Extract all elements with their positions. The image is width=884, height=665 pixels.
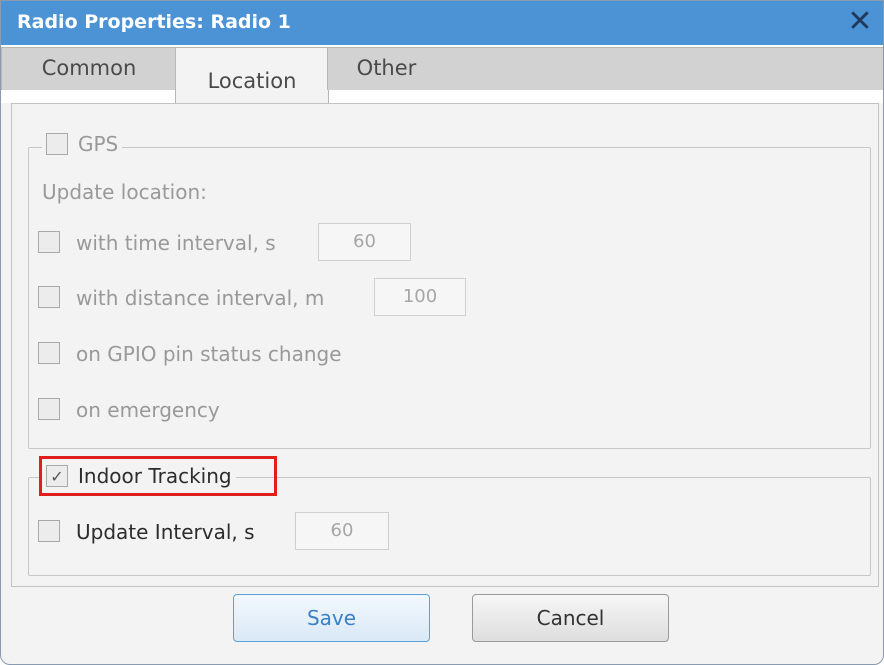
update-interval-checkbox[interactable]	[38, 520, 60, 542]
window-title: Radio Properties: Radio 1	[17, 11, 291, 33]
time-interval-input[interactable]: 60	[318, 223, 411, 261]
title-bar: Radio Properties: Radio 1 ✕	[1, 1, 883, 45]
indoor-tracking-highlight	[39, 456, 277, 496]
emergency-checkbox[interactable]	[38, 398, 60, 420]
distance-interval-input[interactable]: 100	[374, 278, 466, 316]
save-button[interactable]: Save	[233, 594, 430, 642]
tab-strip-filler	[444, 47, 883, 90]
gpio-label: on GPIO pin status change	[76, 342, 342, 366]
time-interval-checkbox[interactable]	[38, 231, 60, 253]
close-button[interactable]: ✕	[845, 5, 875, 39]
tab-other[interactable]: Other	[327, 47, 446, 90]
time-interval-label: with time interval, s	[76, 231, 276, 255]
location-tab-panel: GPS Update location: with time interval,…	[11, 103, 879, 587]
cancel-button[interactable]: Cancel	[472, 594, 669, 642]
gps-label: GPS	[78, 132, 119, 156]
close-icon: ✕	[847, 4, 873, 39]
gps-checkbox[interactable]	[46, 133, 68, 155]
gps-legend: GPS	[42, 132, 123, 156]
update-interval-input[interactable]: 60	[295, 512, 389, 550]
distance-interval-label: with distance interval, m	[76, 286, 325, 310]
update-location-label: Update location:	[42, 180, 207, 204]
update-interval-label: Update Interval, s	[76, 520, 255, 544]
tab-strip: Common Location Other	[1, 45, 883, 104]
distance-interval-checkbox[interactable]	[38, 286, 60, 308]
gpio-checkbox[interactable]	[38, 342, 60, 364]
emergency-label: on emergency	[76, 398, 220, 422]
tab-common[interactable]: Common	[1, 47, 177, 90]
tab-location[interactable]: Location	[175, 47, 329, 104]
radio-properties-dialog: Radio Properties: Radio 1 ✕ Common Locat…	[0, 0, 884, 665]
